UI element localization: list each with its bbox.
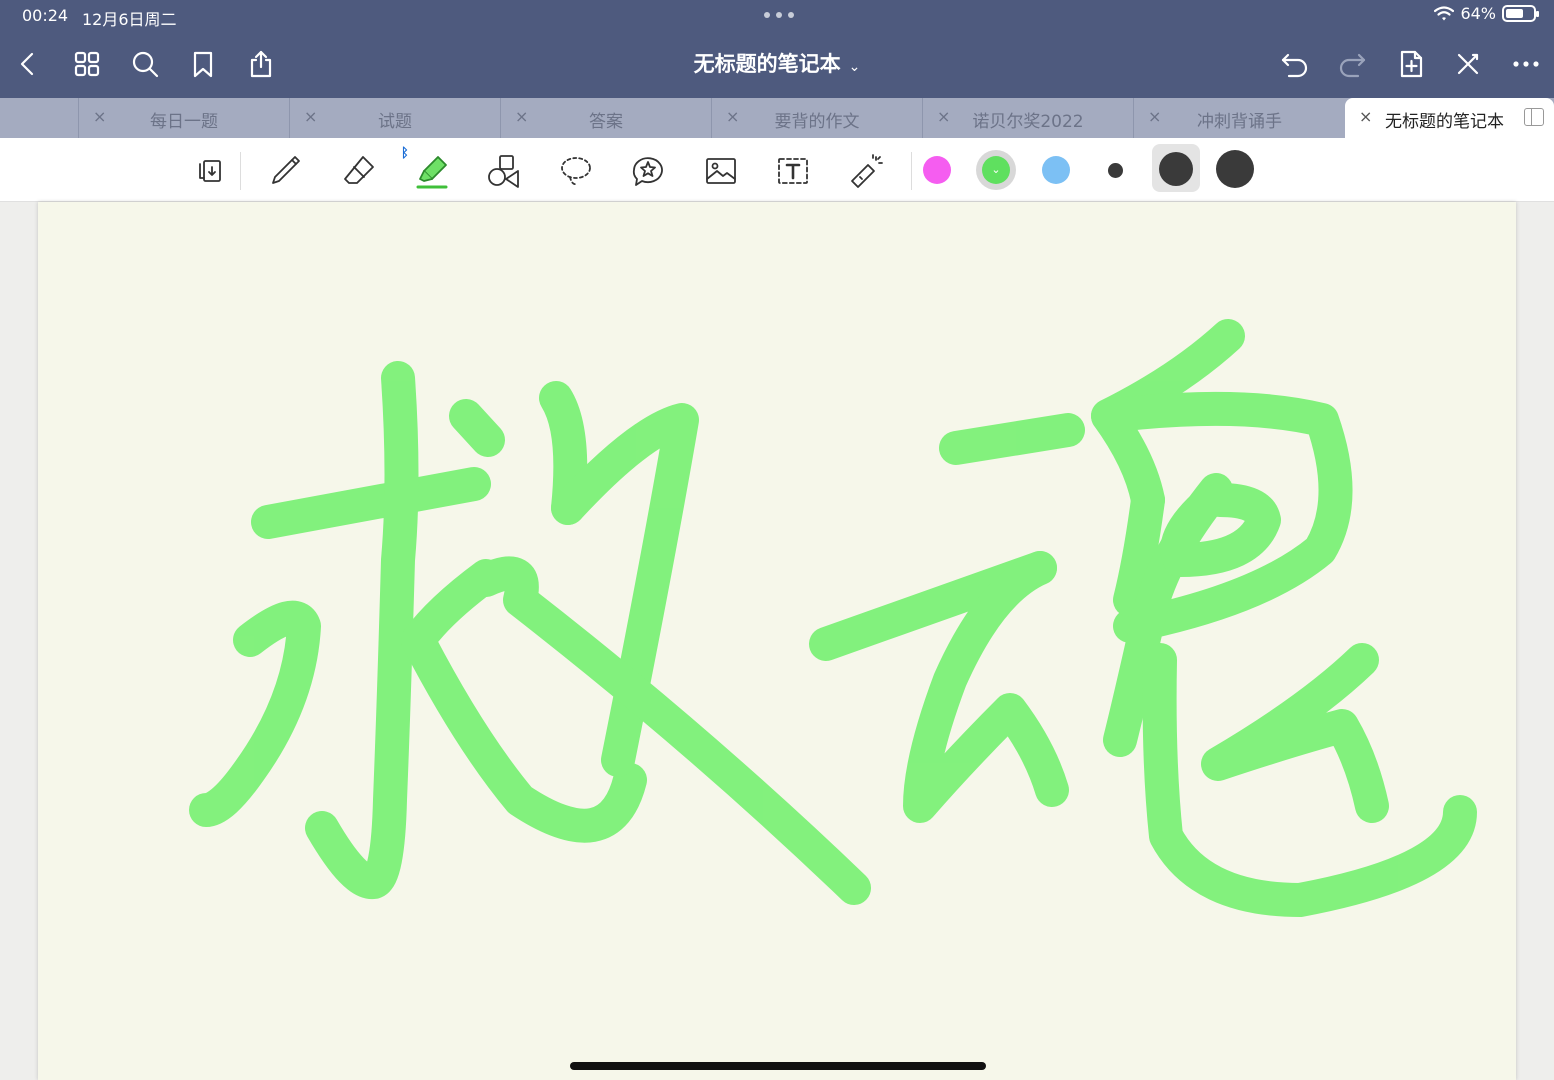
color-swatch-green-selected[interactable]: ⌄ [976,150,1016,190]
notebook-title-text: 无标题的笔记本 [693,52,841,76]
undo-icon[interactable] [1275,44,1315,84]
status-right: 64% [1434,4,1539,23]
size-medium[interactable] [1159,152,1193,186]
size-small[interactable] [1108,163,1123,178]
sticker-icon[interactable] [626,150,670,192]
status-time: 00:24 [22,6,69,25]
tab-essays[interactable]: × 要背的作文 [711,98,922,138]
chevron-down-icon: ⌄ [848,59,861,75]
text-icon[interactable] [771,150,815,192]
tab-answers[interactable]: × 答案 [500,98,711,138]
notebook-title[interactable]: 无标题的笔记本 ⌄ [694,52,861,76]
home-indicator[interactable] [570,1062,986,1070]
toolbar-divider [911,152,912,190]
tab-nobel-prize[interactable]: × 诺贝尔奖2022 [922,98,1133,138]
redo-icon[interactable] [1332,44,1372,84]
tab-label: 冲刺背诵手 [1197,112,1282,132]
color-swatch-blue[interactable] [1042,156,1070,184]
tab-untitled-notebook[interactable]: × 无标题的笔记本 [1345,98,1554,138]
size-large[interactable] [1216,150,1254,188]
canvas-area [0,202,1554,1080]
bluetooth-icon: ᛒ [401,146,409,161]
share-icon[interactable] [241,44,281,84]
tab-exam[interactable]: × 试题 [289,98,500,138]
tab-label: 诺贝尔奖2022 [972,112,1084,132]
eraser-icon[interactable] [337,150,381,192]
shapes-icon[interactable] [482,150,526,192]
toolbar-divider [240,152,241,190]
pen-icon[interactable] [263,150,307,192]
notebook-page[interactable] [38,202,1516,1080]
split-view-icon[interactable] [1524,108,1544,126]
tab-sprint-recitation[interactable]: × 冲刺背诵手 [1133,98,1345,138]
bookmark-icon[interactable] [183,44,223,84]
tab-label: 试题 [378,112,412,132]
wifi-icon [1434,5,1455,20]
battery-icon [1502,5,1539,22]
tab-bar: × 每日一题 × 试题 × 答案 × 要背的作文 × 诺贝尔奖2022 × 冲刺… [0,98,1554,138]
top-bar: 00:24 12月6日周二 64% 无标题的笔记本 ⌄ [0,0,1554,98]
tab-daily-question[interactable]: × 每日一题 [78,98,289,138]
add-page-icon[interactable] [1391,44,1431,84]
tool-bar: ᛒ ⌄ [0,138,1554,202]
tab-label: 答案 [589,112,623,132]
laser-pointer-icon[interactable] [844,150,888,192]
battery-percentage: 64% [1460,4,1496,23]
tab-label: 要背的作文 [774,112,860,132]
highlighter-icon[interactable] [410,150,454,192]
lasso-icon[interactable] [554,150,598,192]
close-toolbar-icon[interactable] [1448,44,1488,84]
color-swatch-magenta[interactable] [923,156,951,184]
tab-label: 无标题的笔记本 [1385,112,1504,132]
multitasking-dots-icon[interactable] [764,12,794,20]
back-chevron-icon[interactable] [8,44,48,84]
grid-thumbnails-icon[interactable] [67,44,107,84]
tab-label: 每日一题 [150,112,218,132]
more-options-icon[interactable] [1506,44,1546,84]
page-view-icon[interactable] [190,150,234,192]
tab-close-icon[interactable]: × [1359,107,1372,126]
status-date: 12月6日周二 [82,10,177,29]
handwriting-ink [189,319,1477,917]
image-icon[interactable] [699,150,743,192]
search-icon[interactable] [125,44,165,84]
checkmark-icon: ⌄ [982,156,1010,184]
